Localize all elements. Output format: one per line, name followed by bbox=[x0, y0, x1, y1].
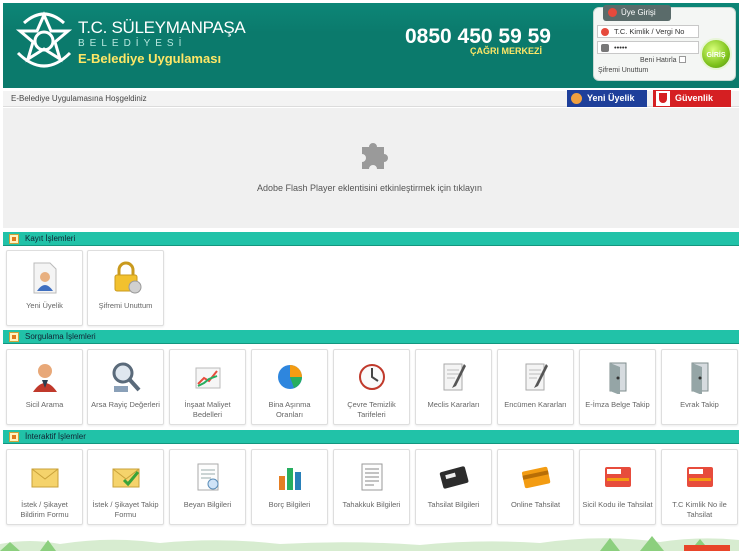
tile-label: Şifremi Unuttum bbox=[98, 301, 153, 310]
tile-tahsilat-bilgileri[interactable]: Tahsilat Bilgileri bbox=[415, 449, 492, 525]
document-pen-icon bbox=[443, 363, 466, 391]
id-number-field[interactable]: T.C. Kimlik / Vergi No bbox=[597, 25, 699, 38]
door-icon bbox=[609, 362, 627, 394]
card-id-icon bbox=[605, 467, 631, 487]
tile-forgot-password[interactable]: Şifremi Unuttum bbox=[87, 250, 164, 326]
user-icon bbox=[601, 28, 609, 36]
tile-label: Beyan Bilgileri bbox=[183, 500, 232, 509]
card-id-icon bbox=[687, 467, 713, 487]
lock-icon bbox=[114, 261, 142, 294]
document-lines-icon bbox=[361, 463, 383, 491]
tile-istek-sikayet-takip[interactable]: İstek / Şikayet Takip Formu bbox=[87, 449, 164, 525]
tile-label: Tahsilat Bilgileri bbox=[427, 500, 480, 509]
id-number-value: T.C. Kimlik / Vergi No bbox=[614, 27, 685, 36]
call-center-label: ÇAĞRI MERKEZİ bbox=[470, 46, 542, 56]
puzzle-plugin-icon bbox=[362, 143, 388, 169]
tile-label: Bina Aşınma Oranları bbox=[268, 400, 311, 419]
tile-label: Çevre Temizlik Tarifeleri bbox=[347, 400, 396, 419]
password-field[interactable]: ••••• bbox=[597, 41, 699, 54]
new-user-icon bbox=[33, 262, 57, 294]
remember-me-label: Beni Hatırla bbox=[640, 57, 677, 64]
person-search-icon bbox=[33, 364, 57, 392]
envelope-icon bbox=[31, 468, 59, 488]
tile-evrak-takip[interactable]: Evrak Takip bbox=[661, 349, 738, 425]
door-icon bbox=[691, 362, 709, 394]
tile-istek-sikayet-bildirim[interactable]: İstek / Şikayet Bildirim Formu bbox=[6, 449, 83, 525]
section-kayit: Kayıt İşlemleri bbox=[3, 232, 739, 246]
credit-card-icon bbox=[521, 466, 551, 489]
tile-label: T.C Kimlik No ile Tahsilat bbox=[672, 500, 727, 519]
tile-label: Meclis Kararları bbox=[427, 400, 480, 409]
visa-card-icon bbox=[439, 466, 469, 489]
document-pen-icon bbox=[525, 363, 548, 391]
section-interaktif-label: İnteraktif İşlemler bbox=[25, 432, 86, 441]
tile-sicil-arama[interactable]: Sicil Arama bbox=[6, 349, 83, 425]
tile-label: Arsa Rayiç Değerleri bbox=[91, 400, 160, 409]
tile-label: Encümen Kararları bbox=[504, 400, 567, 409]
tile-label: Evrak Takip bbox=[680, 400, 719, 409]
shield-icon bbox=[656, 91, 670, 106]
brand-title: T.C. SÜLEYMANPAŞA bbox=[78, 18, 246, 37]
tile-label: Yeni Üyelik bbox=[26, 301, 63, 310]
chart-icon bbox=[195, 367, 221, 389]
section-sorgulama-label: Sorgulama İşlemleri bbox=[25, 332, 96, 341]
pie-chart-icon bbox=[278, 365, 302, 389]
tile-bina-asinma[interactable]: Bina Aşınma Oranları bbox=[251, 349, 328, 425]
municipality-logo-icon[interactable] bbox=[10, 9, 78, 77]
tile-beyan-bilgileri[interactable]: Beyan Bilgileri bbox=[169, 449, 246, 525]
new-user-icon bbox=[571, 93, 582, 104]
new-member-label: Yeni Üyelik bbox=[587, 93, 635, 103]
password-value: ••••• bbox=[614, 43, 628, 52]
bar-chart-icon bbox=[279, 468, 301, 490]
login-button[interactable]: GİRİŞ bbox=[700, 38, 732, 70]
login-tab-label: Üye Girişi bbox=[621, 8, 656, 17]
tile-sicil-kodu-tahsilat[interactable]: Sicil Kodu ile Tahsilat bbox=[579, 449, 656, 525]
document-icon bbox=[197, 463, 219, 491]
envelope-check-icon bbox=[112, 468, 140, 488]
tile-label: Sicil Kodu ile Tahsilat bbox=[582, 500, 653, 509]
tile-label: İstek / Şikayet Takip Formu bbox=[92, 500, 159, 519]
brand-subtitle: BELEDİYESİ bbox=[78, 38, 187, 49]
section-icon bbox=[9, 432, 19, 442]
section-interaktif: İnteraktif İşlemler bbox=[3, 430, 739, 444]
footer-grass-decoration bbox=[0, 536, 739, 551]
tile-meclis-kararlari[interactable]: Meclis Kararları bbox=[415, 349, 492, 425]
section-icon bbox=[9, 332, 19, 342]
tile-label: İnşaat Maliyet Bedelleri bbox=[184, 400, 231, 419]
security-button[interactable]: Güvenlik bbox=[653, 90, 731, 107]
flash-message[interactable]: Adobe Flash Player eklentisini etkinleşt… bbox=[0, 183, 739, 193]
login-tab[interactable]: Üye Girişi bbox=[603, 5, 671, 21]
security-label: Güvenlik bbox=[675, 93, 714, 103]
tile-label: Online Tahsilat bbox=[510, 500, 561, 509]
tile-new-user[interactable]: Yeni Üyelik bbox=[6, 250, 83, 326]
forgot-password-link[interactable]: Şifremi Unuttum bbox=[598, 67, 648, 74]
clock-icon bbox=[359, 364, 385, 390]
footer-badge bbox=[684, 545, 730, 551]
tile-label: Tahakkuk Bilgileri bbox=[342, 500, 401, 509]
remember-me-checkbox[interactable] bbox=[678, 56, 686, 63]
tile-arsa-rayic[interactable]: Arsa Rayiç Değerleri bbox=[87, 349, 164, 425]
welcome-text: E-Belediye Uygulamasına Hoşgeldiniz bbox=[11, 94, 147, 103]
tile-label: İstek / Şikayet Bildirim Formu bbox=[20, 500, 69, 519]
user-icon bbox=[608, 8, 617, 17]
tile-tc-kimlik-tahsilat[interactable]: T.C Kimlik No ile Tahsilat bbox=[661, 449, 738, 525]
magnifier-icon bbox=[112, 362, 141, 392]
tile-online-tahsilat[interactable]: Online Tahsilat bbox=[497, 449, 574, 525]
remember-me[interactable]: Beni Hatırla bbox=[640, 56, 686, 64]
tile-label: Borç Bilgileri bbox=[268, 500, 311, 509]
tile-encumen-kararlari[interactable]: Encümen Kararları bbox=[497, 349, 574, 425]
section-kayit-label: Kayıt İşlemleri bbox=[25, 234, 76, 243]
section-sorgulama: Sorgulama İşlemleri bbox=[3, 330, 739, 344]
key-icon bbox=[601, 44, 609, 52]
tile-e-imza-belge-takip[interactable]: E-İmza Belge Takip bbox=[579, 349, 656, 425]
tile-cevre-temizlik[interactable]: Çevre Temizlik Tarifeleri bbox=[333, 349, 410, 425]
brand-app-name: E-Belediye Uygulaması bbox=[78, 51, 222, 66]
tile-tahakkuk-bilgileri[interactable]: Tahakkuk Bilgileri bbox=[333, 449, 410, 525]
new-member-button[interactable]: Yeni Üyelik bbox=[567, 90, 647, 107]
tile-label: Sicil Arama bbox=[25, 400, 64, 409]
tile-borc-bilgileri[interactable]: Borç Bilgileri bbox=[251, 449, 328, 525]
tile-insaat-maliyet[interactable]: İnşaat Maliyet Bedelleri bbox=[169, 349, 246, 425]
section-icon bbox=[9, 234, 19, 244]
tile-label: E-İmza Belge Takip bbox=[585, 400, 650, 409]
